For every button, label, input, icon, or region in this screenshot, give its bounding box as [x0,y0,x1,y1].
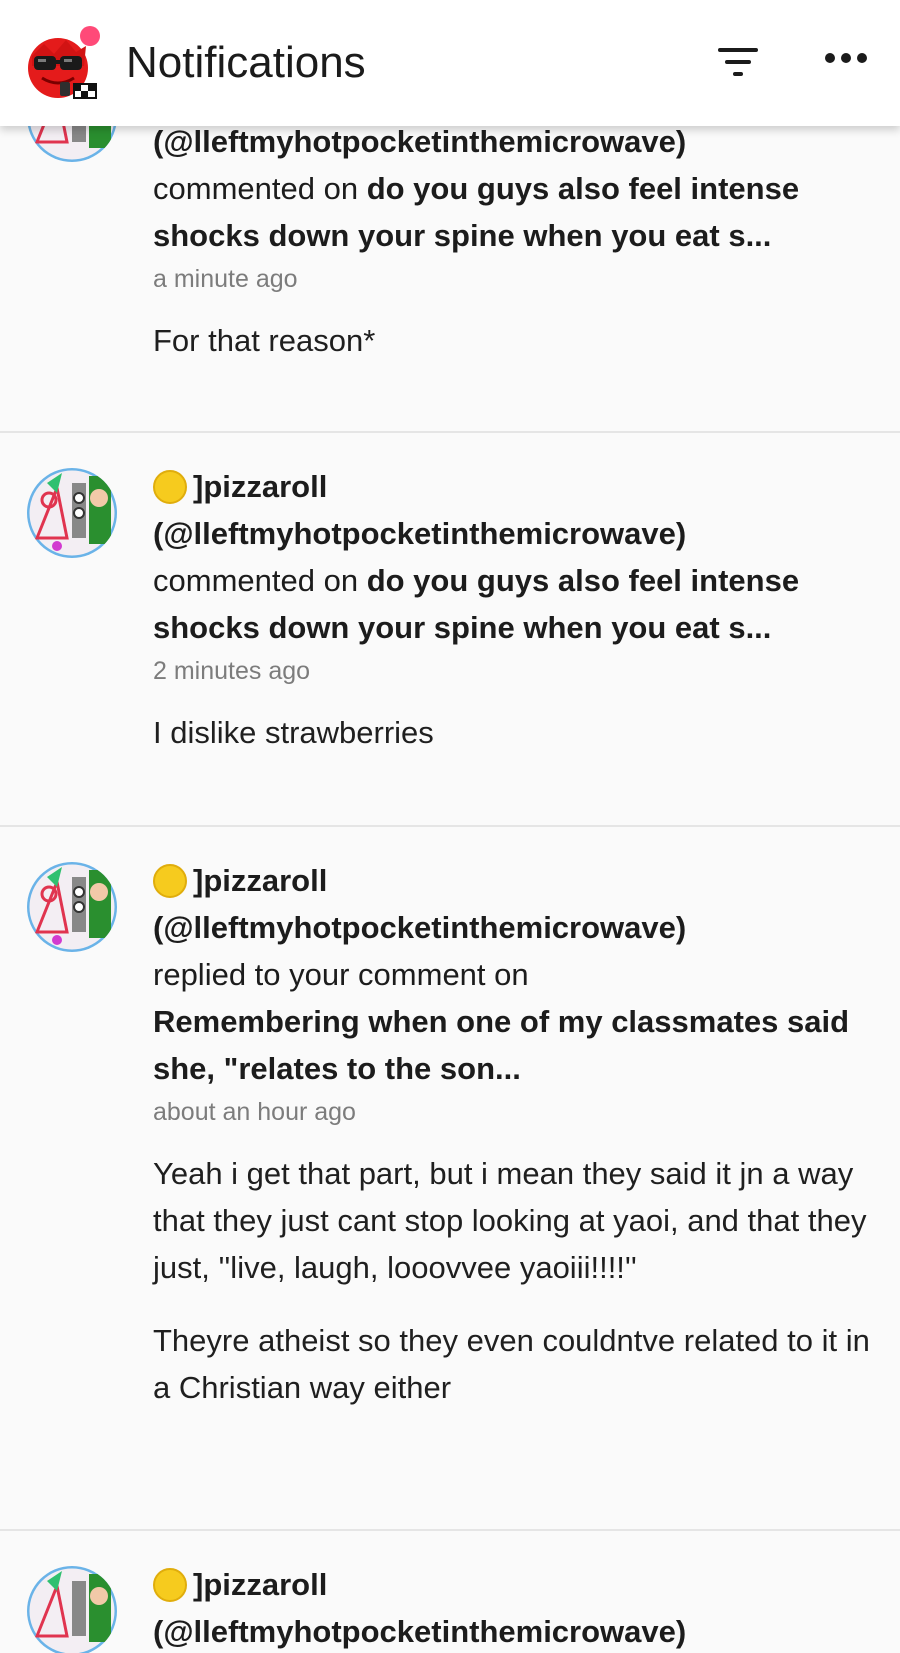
username[interactable]: ]pizzaroll [193,1561,327,1608]
action-text: commented on [153,171,359,206]
action-text: commented on [153,563,359,598]
notification-item[interactable]: ]pizzaroll (@lleftmyhotpocketinthemicrow… [0,1531,900,1653]
status-badge-icon [153,469,187,504]
header-bar: Notifications [0,0,900,126]
user-avatar[interactable] [27,862,117,952]
post-title-link[interactable]: Remembering when one of my classmates sa… [153,998,873,1092]
action-text: replied to your comment on [153,957,529,992]
status-badge-icon [153,863,187,898]
more-horizontal-icon [825,53,867,63]
user-handle[interactable]: (@lleftmyhotpocketinthemicrowave) [153,1608,873,1653]
filter-button[interactable] [712,40,764,84]
username[interactable]: ]pizzaroll [193,463,327,510]
more-options-button[interactable] [818,40,874,84]
filter-icon [718,48,758,76]
notification-text: (@lleftmyhotpocketinthemicrowave) commen… [153,118,873,364]
status-badge-icon [153,1567,187,1602]
comment-text: I dislike strawberries [153,715,434,750]
comment-text: Theyre atheist so they even couldntve re… [153,1323,870,1405]
notification-text: ]pizzaroll (@lleftmyhotpocketinthemicrow… [153,463,873,756]
timestamp: a minute ago [153,265,298,293]
timestamp: about an hour ago [153,1098,356,1126]
comment-text: For that reason* [153,323,376,358]
page-title: Notifications [126,38,366,87]
user-avatar[interactable] [27,1566,117,1653]
username[interactable]: ]pizzaroll [193,857,327,904]
user-avatar[interactable] [27,468,117,558]
notification-text: ]pizzaroll (@lleftmyhotpocketinthemicrow… [153,857,873,1411]
notification-item[interactable]: ]pizzaroll (@lleftmyhotpocketinthemicrow… [0,827,900,1530]
notification-text: ]pizzaroll (@lleftmyhotpocketinthemicrow… [153,1561,873,1653]
user-handle[interactable]: (@lleftmyhotpocketinthemicrowave) [153,904,873,951]
timestamp: 2 minutes ago [153,657,311,685]
comment-text: Yeah i get that part, but i mean they sa… [153,1156,867,1285]
notification-item[interactable]: ]pizzaroll (@lleftmyhotpocketinthemicrow… [0,433,900,825]
user-handle[interactable]: (@lleftmyhotpocketinthemicrowave) [153,510,873,557]
app-logo-icon[interactable] [24,26,104,102]
